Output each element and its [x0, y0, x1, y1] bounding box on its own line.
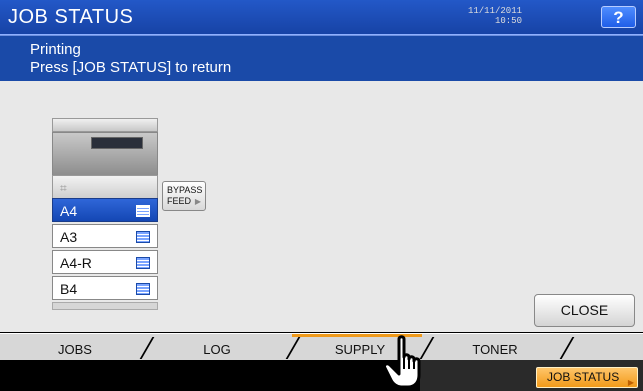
drawer-icon: ⌗ [60, 181, 67, 195]
job-status-button[interactable]: JOB STATUS ▶ [536, 367, 638, 388]
tray-a4-r[interactable]: A4-R [52, 250, 158, 274]
instruction-message: Press [JOB STATUS] to return [30, 59, 232, 76]
status-message: Printing [30, 41, 81, 58]
title-bar: JOB STATUS ? [0, 0, 643, 35]
copier-body [52, 132, 158, 176]
tab-divider [559, 337, 575, 359]
bypass-label-line1: BYPASS [167, 185, 203, 195]
tray-label: B4 [60, 281, 78, 297]
tray-b4[interactable]: B4 [52, 276, 158, 300]
hand-pointer-icon [383, 335, 421, 389]
tray-a3[interactable]: A3 [52, 224, 158, 248]
message-bar: Printing Press [JOB STATUS] to return [0, 35, 643, 81]
bypass-label-line2: FEED [167, 196, 192, 206]
tab-jobs[interactable]: JOBS [30, 342, 120, 357]
job-status-label: JOB STATUS [547, 370, 620, 384]
help-button[interactable]: ? [601, 6, 636, 28]
page-title: JOB STATUS [8, 6, 134, 28]
arrow-right-icon: ▶ [627, 378, 634, 387]
tab-bar: JOBS LOG SUPPLY TONER [0, 333, 643, 360]
date-readout: 11/11/2011 [467, 6, 522, 16]
tab-toner[interactable]: TONER [450, 342, 540, 357]
tray-base [52, 302, 158, 310]
copier-lid [52, 118, 158, 132]
tray-label: A4-R [60, 255, 92, 271]
close-button[interactable]: CLOSE [534, 294, 635, 327]
tray-a4[interactable]: A4 [52, 198, 158, 222]
paper-stack-icon [136, 257, 150, 269]
control-panel [91, 137, 143, 149]
tab-divider [285, 337, 301, 359]
copier-illustration [52, 112, 158, 176]
tray-label: A4 [60, 203, 78, 219]
tab-log[interactable]: LOG [172, 342, 262, 357]
paper-stack-icon [136, 283, 150, 295]
tray-label: A3 [60, 229, 78, 245]
arrow-right-icon: ▶ [194, 197, 201, 206]
tab-divider [139, 337, 155, 359]
drawer-top: ⌗ [52, 175, 158, 199]
job-status-screen: JOB STATUS ? Printing Press [JOB STATUS]… [0, 0, 643, 391]
bypass-feed-button[interactable]: BYPASS FEED ▶ [162, 181, 206, 211]
paper-stack-icon [136, 205, 150, 217]
time-readout: 10:50 [494, 16, 522, 26]
paper-stack-icon [136, 231, 150, 243]
